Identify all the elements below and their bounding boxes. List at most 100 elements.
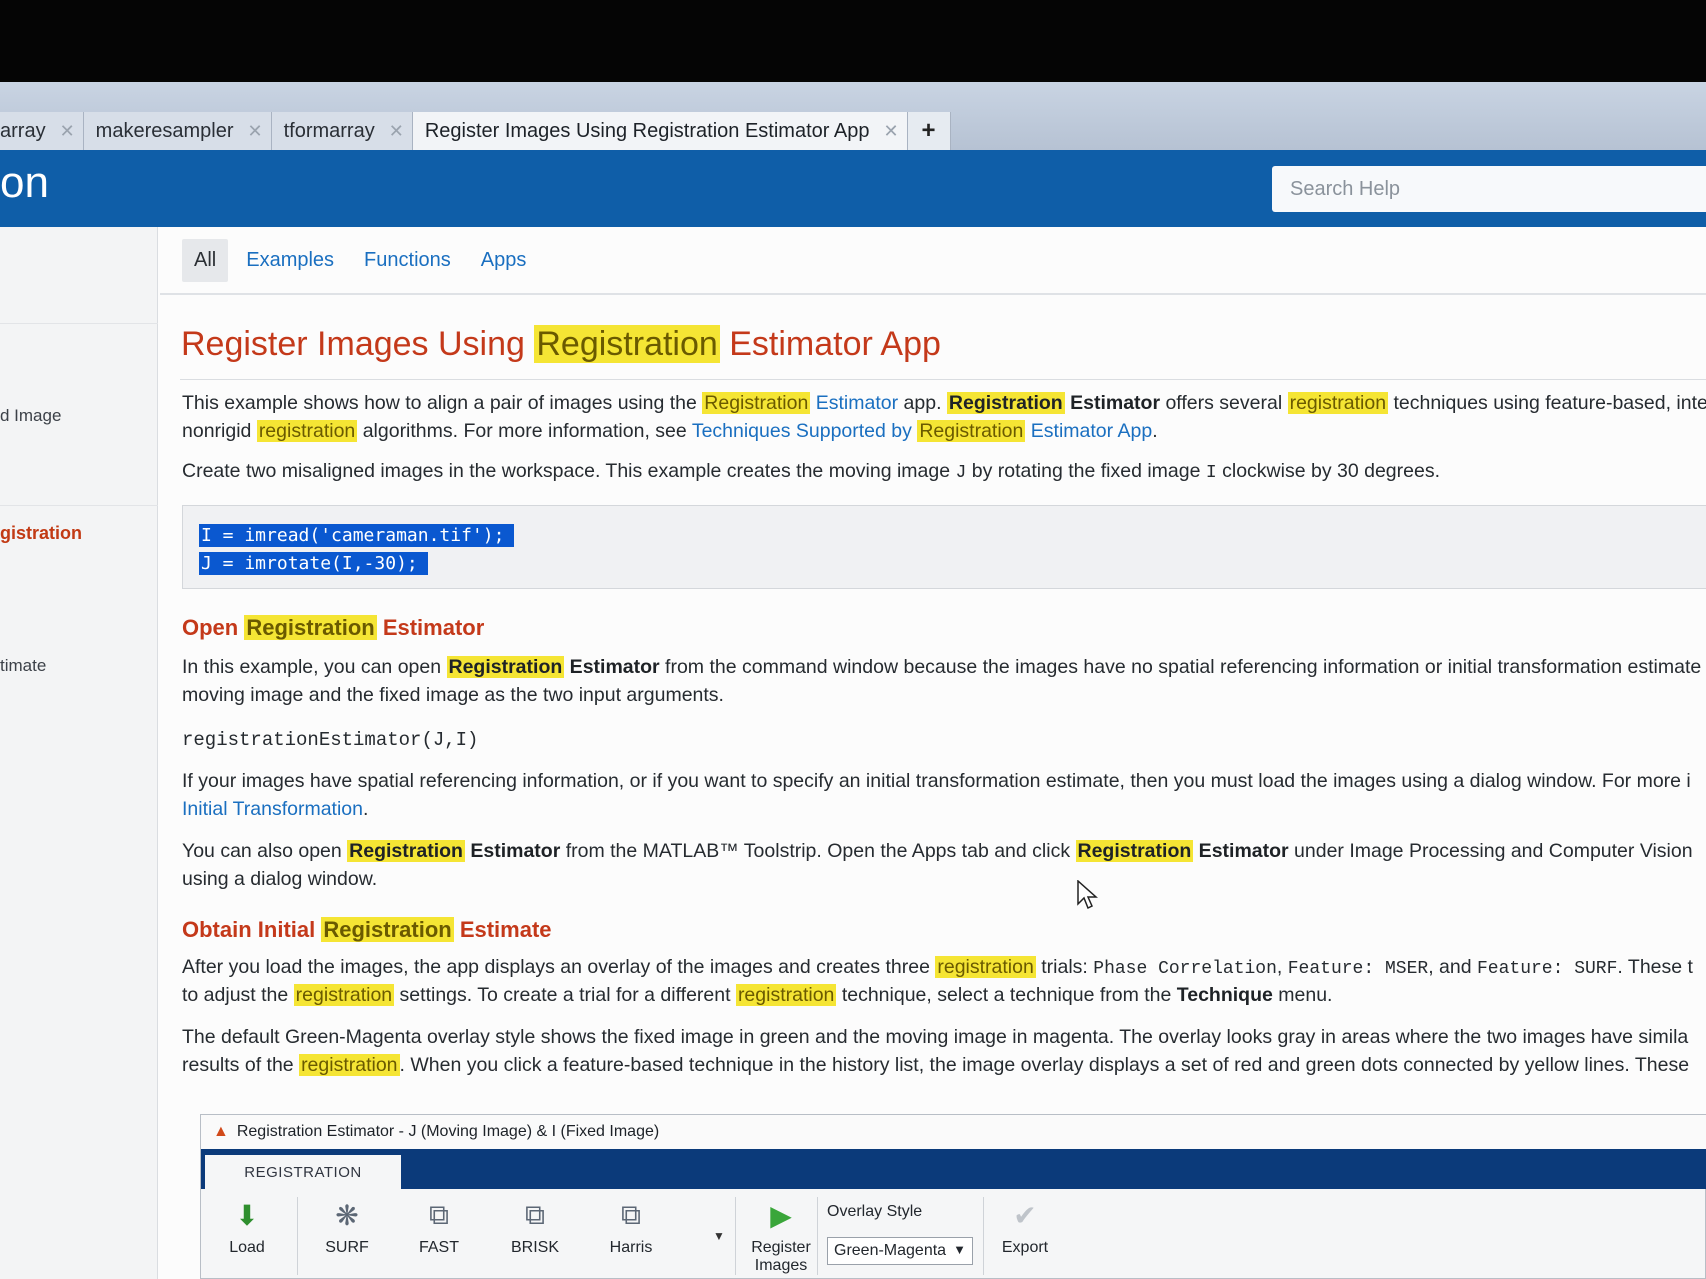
search-highlight: registration [299,1054,400,1076]
tab-strip: array ✕ makeresampler ✕ tformarray ✕ Reg… [0,112,951,150]
code-line[interactable]: J = imrotate(I,-30); [199,552,428,575]
brand-title: on [0,158,49,207]
close-icon[interactable]: ✕ [389,121,404,142]
search-highlight: Registration [446,656,565,678]
heading-text: Open [182,615,245,640]
inline-code: Feature: MSER [1287,959,1429,979]
toolstrip-divider [817,1197,818,1275]
text: under Image Processing and Computer Visi… [1288,840,1693,862]
text: app. [898,392,947,414]
bold-text: Estimator [464,840,561,862]
search-highlight: Registration [347,840,465,862]
obtain-para-line-1: After you load the images, the app displ… [182,953,1693,983]
tab-makeresampler[interactable]: makeresampler ✕ [83,112,272,150]
code-line[interactable]: I = imread('cameraman.tif'); [199,524,515,547]
section-heading-open: Open Registration Estimator [182,615,484,641]
chevron-down-icon[interactable]: ▼ [713,1229,725,1243]
tab-label: tformarray [283,119,375,142]
close-icon[interactable]: ✕ [248,121,263,142]
tab-label: Register Images Using Registration Estim… [424,119,870,142]
inline-code: J [955,463,967,483]
tab-register-images[interactable]: Register Images Using Registration Estim… [412,112,908,150]
toolstrip-divider [735,1197,736,1275]
close-icon[interactable]: ✕ [883,121,898,142]
inline-code: Feature: SURF [1476,959,1618,979]
search-highlight: Registration [702,392,811,414]
text: . When you click a feature-based techniq… [399,1054,1690,1076]
sidebar-item-registration[interactable]: gistration [0,523,82,544]
brisk-feature-icon: ⧉ [525,1199,545,1230]
load-button[interactable]: ⬇ Load [207,1199,287,1257]
bold-text: Estimator [1193,840,1289,862]
filter-apps[interactable]: Apps [469,239,539,282]
text: technique, select a technique from the [836,984,1177,1006]
app-title: Registration Estimator - J (Moving Image… [236,1123,660,1140]
fast-button[interactable]: ⧉ FAST [399,1199,479,1257]
open-para3-line-2: using a dialog window. [182,868,378,890]
search-input[interactable]: Search Help [1272,166,1706,212]
text: to adjust the [182,984,294,1006]
sidebar-item-estimate[interactable]: timate [0,656,46,676]
text: clockwise by 30 degrees. [1216,460,1440,482]
text: techniques using feature-based, inter [1388,392,1706,414]
title-divider [180,379,1706,380]
brisk-button[interactable]: ⧉ BRISK [495,1199,575,1257]
link-text: Techniques Supported by [691,420,918,442]
filter-examples[interactable]: Examples [234,239,346,282]
tool-label: Harris [609,1239,653,1256]
sidebar-item-image[interactable]: d Image [0,406,61,426]
surf-button[interactable]: ❋ SURF [307,1199,387,1257]
obtain-para-line-2: to adjust the registration settings. To … [182,981,1332,1009]
toolstrip-divider [983,1197,984,1275]
app-title-bar: ▲ Registration Estimator - J (Moving Imag… [201,1115,1706,1149]
page-title: Register Images Using Registration Estim… [181,325,941,364]
obtain-para2-line-1: The default Green-Magenta overlay style … [182,1026,1689,1048]
sidebar-divider [0,323,158,324]
title-text: Register Images Using [181,325,535,363]
open-para-line-1: In this example, you can open Registrati… [182,653,1701,681]
search-highlight: registration [735,984,837,1006]
tab-array[interactable]: array ✕ [0,112,84,150]
search-highlight: Registration [244,615,377,640]
chevron-down-icon: ▼ [953,1242,966,1257]
filter-all[interactable]: All [182,239,229,282]
sidebar: d Image gistration timate [0,227,158,1279]
text: This example shows how to align a pair o… [182,392,703,414]
harris-feature-icon: ⧉ [621,1199,641,1230]
add-tab-button[interactable]: + [907,112,951,150]
section-heading-obtain: Obtain Initial Registration Estimate [182,917,552,943]
text: . [1152,420,1158,442]
harris-button[interactable]: ⧉ Harris [591,1199,671,1257]
open-para3-line-1: You can also open Registration Estimator… [182,837,1693,865]
register-images-button[interactable]: ▶ Register Images [741,1199,821,1275]
export-button[interactable]: ✔ Export [985,1199,1065,1257]
search-highlight: registration [256,420,358,442]
initial-transformation-link[interactable]: Initial Transformation [182,798,363,820]
filter-functions[interactable]: Functions [352,239,463,282]
intro-line-1: This example shows how to align a pair o… [182,389,1706,417]
search-highlight: registration [293,984,395,1006]
search-highlight: Registration [534,325,720,363]
registration-estimator-link[interactable]: Registration Estimator [702,392,898,414]
text: trials: [1035,956,1094,978]
tab-tformarray[interactable]: tformarray ✕ [271,112,413,150]
surf-feature-icon: ❋ [335,1200,359,1231]
tool-label: Images [754,1257,808,1274]
techniques-link[interactable]: Techniques Supported by Registration Est… [692,420,1152,442]
code-block[interactable]: I = imread('cameraman.tif'); J = imrotat… [182,505,1706,589]
overlay-style-select[interactable]: Green-Magenta ▼ [827,1237,973,1265]
tab-label: array [0,119,46,142]
text: Create two misaligned images in the work… [182,460,956,482]
search-highlight: Registration [321,917,454,942]
close-icon[interactable]: ✕ [60,121,75,142]
bold-text: Technique [1176,984,1273,1006]
doc-header: on Search Help [0,150,1706,227]
play-icon: ▶ [770,1200,792,1231]
tab-label: makeresampler [95,119,234,142]
filter-divider [160,293,1706,295]
registration-estimator-screenshot: ▲ Registration Estimator - J (Moving Imag… [200,1114,1706,1279]
tab-registration[interactable]: REGISTRATION [205,1155,401,1189]
heading-text: Estimator [376,615,485,640]
tool-label: Load [229,1239,265,1256]
create-paragraph: Create two misaligned images in the work… [182,457,1440,487]
